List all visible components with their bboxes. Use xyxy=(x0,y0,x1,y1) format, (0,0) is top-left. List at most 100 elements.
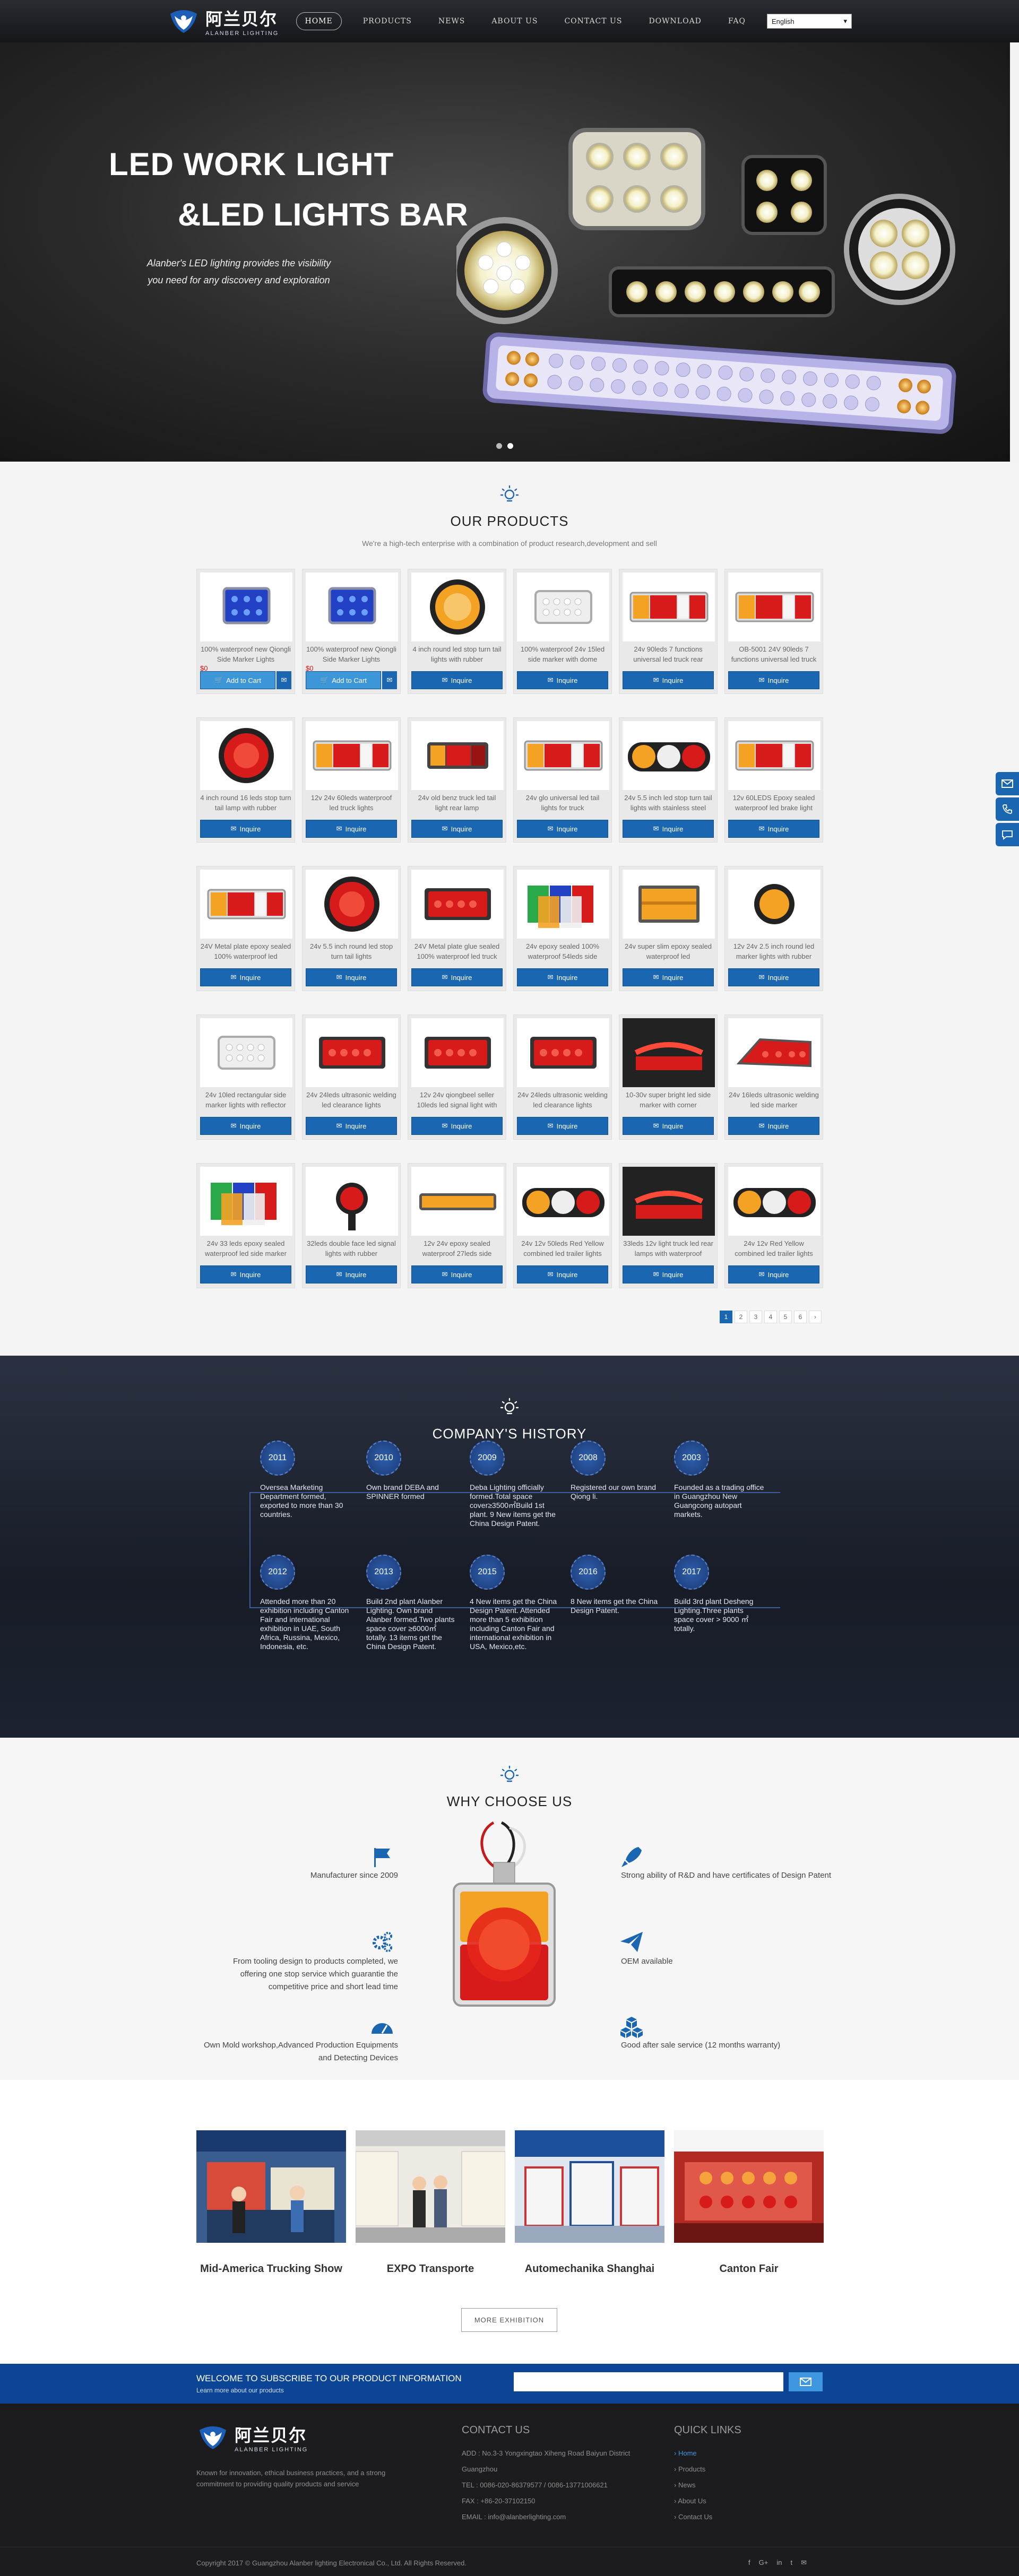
inquire-button[interactable]: ✉ Inquire xyxy=(200,1265,291,1283)
inquire-button[interactable]: ✉ Inquire xyxy=(517,1265,608,1283)
expo-photo-1[interactable] xyxy=(196,2130,346,2243)
product-card[interactable]: 10-30v super bright led side marker with… xyxy=(619,1014,718,1140)
float-phone-button[interactable] xyxy=(996,797,1019,821)
inquire-button[interactable]: ✉ Inquire xyxy=(411,1265,503,1283)
product-card[interactable]: 12v 24v epoxy sealed waterproof 27leds s… xyxy=(408,1163,506,1288)
inquire-button[interactable]: ✉ Inquire xyxy=(623,1117,714,1135)
linkedin-icon[interactable]: in xyxy=(776,2558,782,2567)
facebook-icon[interactable]: f xyxy=(748,2558,750,2567)
product-name[interactable]: 24v 12v Red Yellow combined led trailer … xyxy=(728,1238,819,1259)
inquire-button[interactable]: ✉ Inquire xyxy=(200,820,291,838)
inquire-button[interactable]: ✉ Inquire xyxy=(728,671,819,689)
product-name[interactable]: 4 inch round 16 leds stop turn tail lamp… xyxy=(200,793,291,813)
product-card[interactable]: 24v 5.5 inch led stop turn tail lights w… xyxy=(619,717,718,843)
product-name[interactable]: 24v 12v 50leds Red Yellow combined led t… xyxy=(517,1238,608,1259)
product-card[interactable]: 24v old benz truck led tail light rear l… xyxy=(408,717,506,843)
product-image[interactable] xyxy=(728,573,821,641)
product-card[interactable]: 24V Metal plate glue sealed 100% waterpr… xyxy=(408,866,506,991)
product-card[interactable]: 24v 10led rectangular side marker lights… xyxy=(196,1014,295,1140)
add-to-cart-button[interactable]: 🛒 Add to Cart xyxy=(200,671,275,689)
footer-link-news[interactable]: News xyxy=(674,2477,741,2493)
product-name[interactable]: 24v 24leds ultrasonic welding led cleara… xyxy=(517,1090,608,1110)
product-card[interactable]: 12v 24v 60leds waterproof led truck ligh… xyxy=(302,717,401,843)
product-name[interactable]: 12v 24v 60leds waterproof led truck ligh… xyxy=(306,793,397,813)
product-card[interactable]: 24v super slim epoxy sealed waterproof l… xyxy=(619,866,718,991)
float-chat-button[interactable] xyxy=(996,823,1019,846)
product-name[interactable]: 24v 90leds 7 functions universal led tru… xyxy=(623,644,714,664)
product-name[interactable]: OB-5001 24V 90leds 7 functions universal… xyxy=(728,644,819,664)
product-card[interactable]: 24v 5.5 inch round led stop turn tail li… xyxy=(302,866,401,991)
add-to-cart-button[interactable]: 🛒 Add to Cart xyxy=(306,671,381,689)
product-card[interactable]: 12v 24v qiongbeel seller 10leds led sign… xyxy=(408,1014,506,1140)
product-card[interactable]: 24v 33 leds epoxy sealed waterproof led … xyxy=(196,1163,295,1288)
expo-caption-1[interactable]: Mid-America Trucking Show xyxy=(196,2263,346,2275)
product-image[interactable] xyxy=(517,870,609,939)
inquire-icon-button[interactable]: ✉ xyxy=(382,671,397,689)
product-image[interactable] xyxy=(517,1167,609,1236)
footer-logo[interactable]: 阿兰贝尔 ALANBER LIGHTING xyxy=(196,2422,308,2453)
expo-caption-2[interactable]: EXPO Transporte xyxy=(356,2263,505,2275)
nav-contact[interactable]: CONTACT US xyxy=(559,13,627,30)
footer-email[interactable]: EMAIL : info@alanberlighting.com xyxy=(462,2509,663,2525)
product-image[interactable] xyxy=(517,573,609,641)
inquire-button[interactable]: ✉ Inquire xyxy=(411,820,503,838)
product-image[interactable] xyxy=(728,1167,821,1236)
product-name[interactable]: 24v 10led rectangular side marker lights… xyxy=(200,1090,291,1110)
product-name[interactable]: 24v old benz truck led tail light rear l… xyxy=(411,793,503,813)
nav-about[interactable]: ABOUT US xyxy=(486,13,543,30)
inquire-button[interactable]: ✉ Inquire xyxy=(411,1117,503,1135)
product-image[interactable] xyxy=(200,870,292,939)
inquire-button[interactable]: ✉ Inquire xyxy=(728,968,819,986)
footer-link-home[interactable]: Home xyxy=(674,2445,741,2461)
product-image[interactable] xyxy=(623,870,715,939)
product-image[interactable] xyxy=(200,573,292,641)
product-image[interactable] xyxy=(728,721,821,790)
inquire-button[interactable]: ✉ Inquire xyxy=(728,1117,819,1135)
product-image[interactable] xyxy=(623,1167,715,1236)
product-card[interactable]: 24V Metal plate epoxy sealed 100% waterp… xyxy=(196,866,295,991)
inquire-icon-button[interactable]: ✉ xyxy=(277,671,291,689)
product-image[interactable] xyxy=(411,721,504,790)
product-image[interactable] xyxy=(728,1018,821,1087)
product-name[interactable]: 24v epoxy sealed 100% waterproof 54leds … xyxy=(517,941,608,961)
product-name[interactable]: 24V Metal plate glue sealed 100% waterpr… xyxy=(411,941,503,961)
more-exhibition-button[interactable]: MORE EXHIBITION xyxy=(461,2308,557,2332)
footer-link-contact[interactable]: Contact Us xyxy=(674,2509,741,2525)
inquire-button[interactable]: ✉ Inquire xyxy=(728,820,819,838)
product-card[interactable]: 24v 12v 50leds Red Yellow combined led t… xyxy=(513,1163,612,1288)
product-card[interactable]: 4 inch round 16 leds stop turn tail lamp… xyxy=(196,717,295,843)
inquire-button[interactable]: ✉ Inquire xyxy=(623,1265,714,1283)
product-name[interactable]: 10-30v super bright led side marker with… xyxy=(623,1090,714,1110)
product-image[interactable] xyxy=(306,1018,398,1087)
banner-dot-1[interactable] xyxy=(496,443,502,449)
product-card[interactable]: 24v 24leds ultrasonic welding led cleara… xyxy=(302,1014,401,1140)
product-name[interactable]: 12v 24v epoxy sealed waterproof 27leds s… xyxy=(411,1238,503,1259)
float-email-button[interactable] xyxy=(996,772,1019,795)
nav-faq[interactable]: FAQ xyxy=(723,13,751,30)
product-name[interactable]: 32leds double face led signal lights wit… xyxy=(306,1238,397,1259)
product-card[interactable]: 33leds 12v light truck led rear lamps wi… xyxy=(619,1163,718,1288)
product-card[interactable]: 24v 16leds ultrasonic welding led side m… xyxy=(724,1014,823,1140)
google-plus-icon[interactable]: G+ xyxy=(759,2558,768,2567)
product-image[interactable] xyxy=(728,870,821,939)
inquire-button[interactable]: ✉ Inquire xyxy=(200,1117,291,1135)
product-name[interactable]: 12v 24v qiongbeel seller 10leds led sign… xyxy=(411,1090,503,1110)
inquire-button[interactable]: ✉ Inquire xyxy=(728,1265,819,1283)
twitter-icon[interactable]: t xyxy=(790,2558,792,2567)
inquire-button[interactable]: ✉ Inquire xyxy=(411,968,503,986)
product-card[interactable]: 24v 24leds ultrasonic welding led cleara… xyxy=(513,1014,612,1140)
inquire-button[interactable]: ✉ Inquire xyxy=(306,968,397,986)
inquire-button[interactable]: ✉ Inquire xyxy=(517,1117,608,1135)
inquire-button[interactable]: ✉ Inquire xyxy=(306,1265,397,1283)
page-button[interactable]: 5 xyxy=(779,1311,792,1323)
product-card[interactable]: 12v 24v 2.5 inch round led marker lights… xyxy=(724,866,823,991)
nav-products[interactable]: PRODUCTS xyxy=(358,13,417,30)
product-name[interactable]: 100% waterproof new Qiongli Side Marker … xyxy=(306,644,397,664)
expo-caption-3[interactable]: Automechanika Shanghai xyxy=(515,2263,664,2275)
product-name[interactable]: 24V Metal plate epoxy sealed 100% waterp… xyxy=(200,941,291,961)
inquire-button[interactable]: ✉ Inquire xyxy=(623,671,714,689)
product-image[interactable] xyxy=(306,721,398,790)
product-card[interactable]: 100% waterproof new Qiongli Side Marker … xyxy=(302,569,401,694)
product-image[interactable] xyxy=(517,1018,609,1087)
subscribe-email-input[interactable] xyxy=(514,2372,783,2391)
